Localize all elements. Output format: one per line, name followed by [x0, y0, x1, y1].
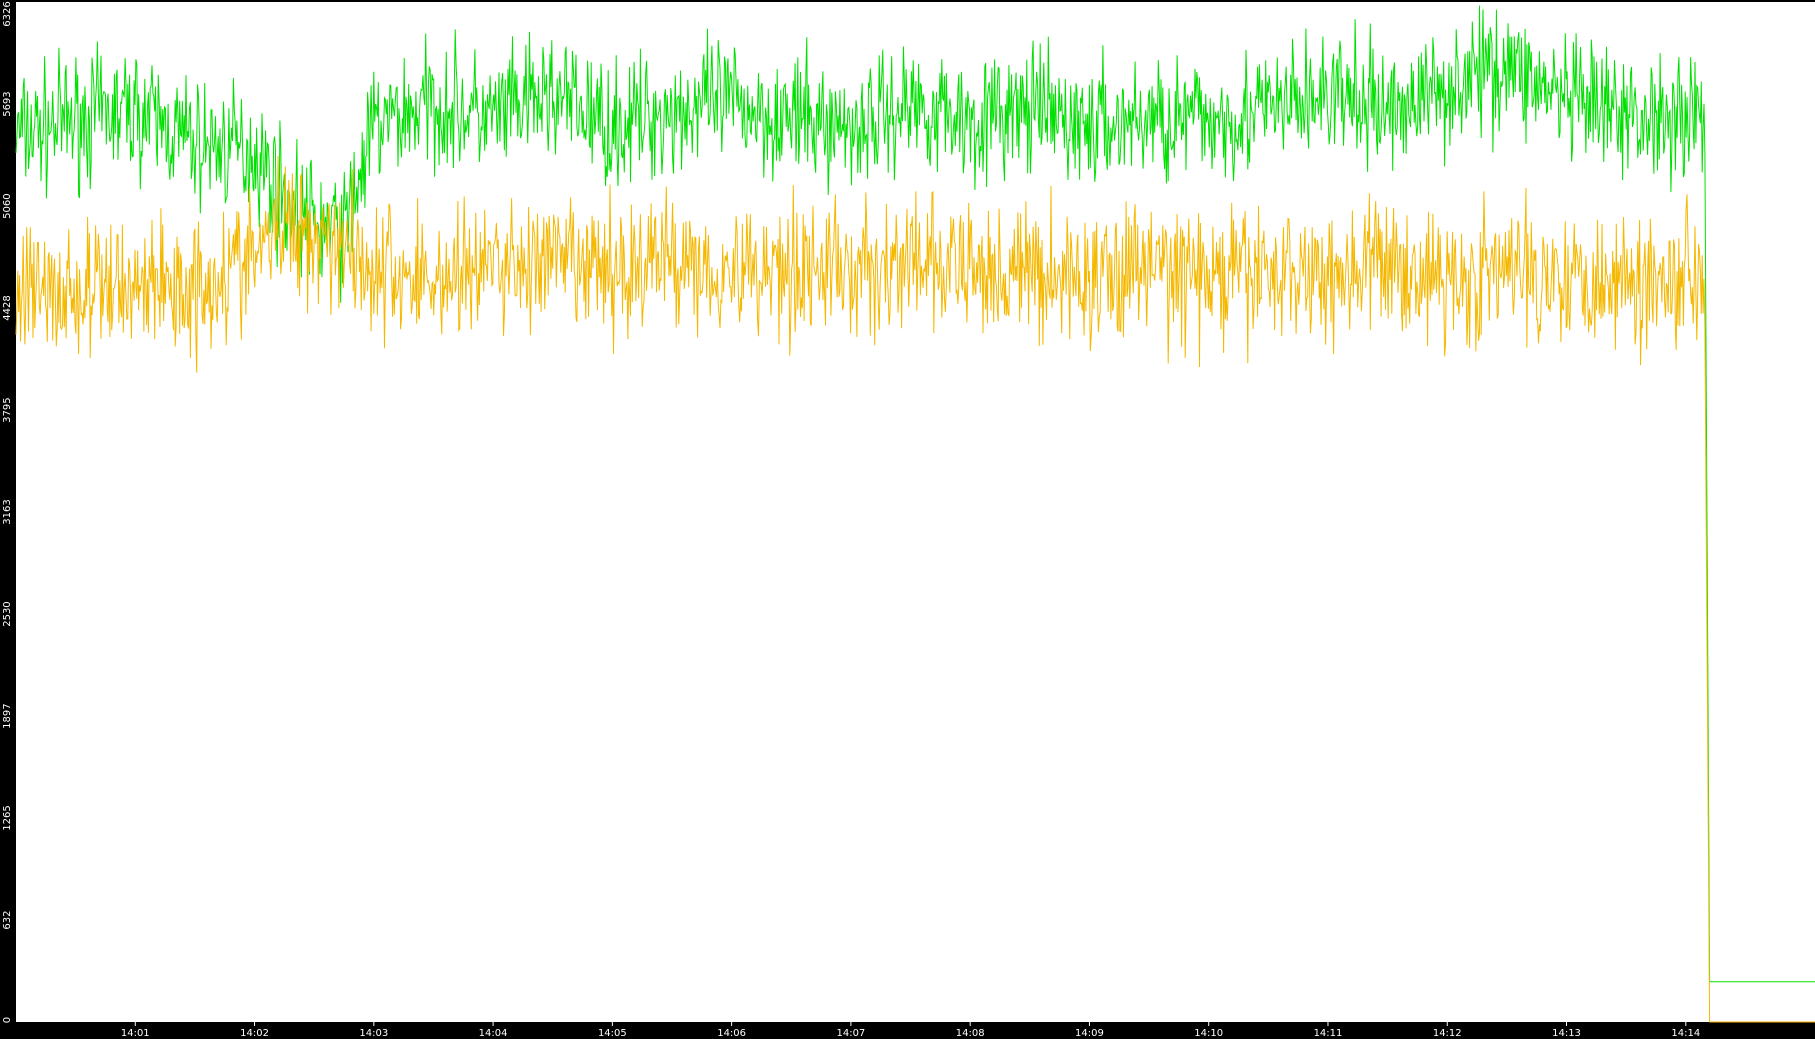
x-tick-label: 14:13	[1552, 1028, 1581, 1039]
y-tick-label: 6326	[2, 1, 13, 26]
x-tick-label: 14:08	[956, 1028, 985, 1039]
x-tick-label: 14:11	[1314, 1028, 1343, 1039]
x-tick-label: 14:14	[1671, 1028, 1700, 1039]
y-tick-label: 4428	[2, 295, 13, 320]
x-tick-label: 14:01	[121, 1028, 150, 1039]
x-tick-label: 14:02	[240, 1028, 269, 1039]
x-tick-label: 14:10	[1194, 1028, 1223, 1039]
x-tick-label: 14:03	[359, 1028, 388, 1039]
y-tick-label: 1897	[2, 703, 13, 728]
x-tick-label: 14:05	[598, 1028, 627, 1039]
y-tick-label: 5693	[2, 91, 13, 116]
y-tick-label: 3795	[2, 397, 13, 422]
x-tick-label: 14:12	[1433, 1028, 1462, 1039]
y-tick-label: 5060	[2, 193, 13, 218]
y-tick-label: 1265	[2, 805, 13, 830]
y-tick-label: 2530	[2, 601, 13, 626]
x-tick-label: 14:07	[836, 1028, 865, 1039]
line-chart: 0 632 1265 1897 2530 3163 3795 4428 5060 5693 6326…	[0, 0, 1815, 1039]
x-tick-label: 14:04	[479, 1028, 508, 1039]
y-tick-label: 3163	[2, 499, 13, 524]
y-tick-label: 0	[2, 1017, 13, 1023]
plot-area	[16, 2, 1815, 1022]
y-tick-label: 632	[2, 911, 13, 930]
x-tick-label: 14:09	[1075, 1028, 1104, 1039]
x-tick-label: 14:06	[717, 1028, 746, 1039]
